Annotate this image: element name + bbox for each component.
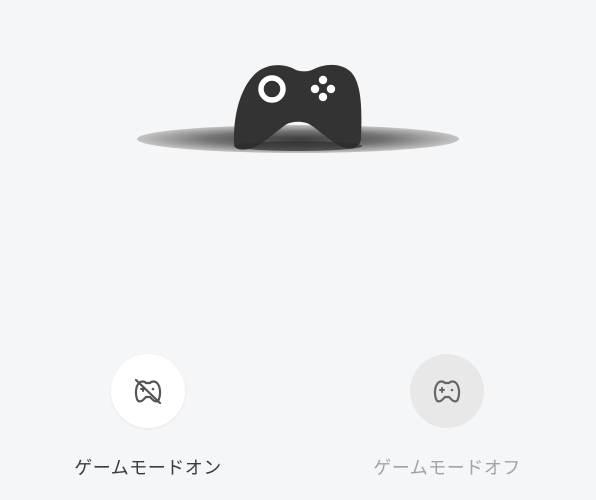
game-mode-off-label: ゲームモードオフ — [373, 458, 521, 479]
game-mode-off-button[interactable] — [410, 354, 484, 428]
gamepad-icon — [433, 380, 461, 403]
gamepad-hero-icon — [137, 64, 459, 153]
gamepad-off-icon — [134, 378, 162, 405]
game-mode-on-button[interactable] — [111, 354, 185, 428]
game-mode-on-option[interactable]: ゲームモードオン — [38, 354, 258, 494]
game-mode-off-option[interactable]: ゲームモードオフ — [337, 354, 557, 494]
hero-illustration — [0, 0, 596, 180]
game-mode-on-label: ゲームモードオン — [74, 458, 222, 479]
